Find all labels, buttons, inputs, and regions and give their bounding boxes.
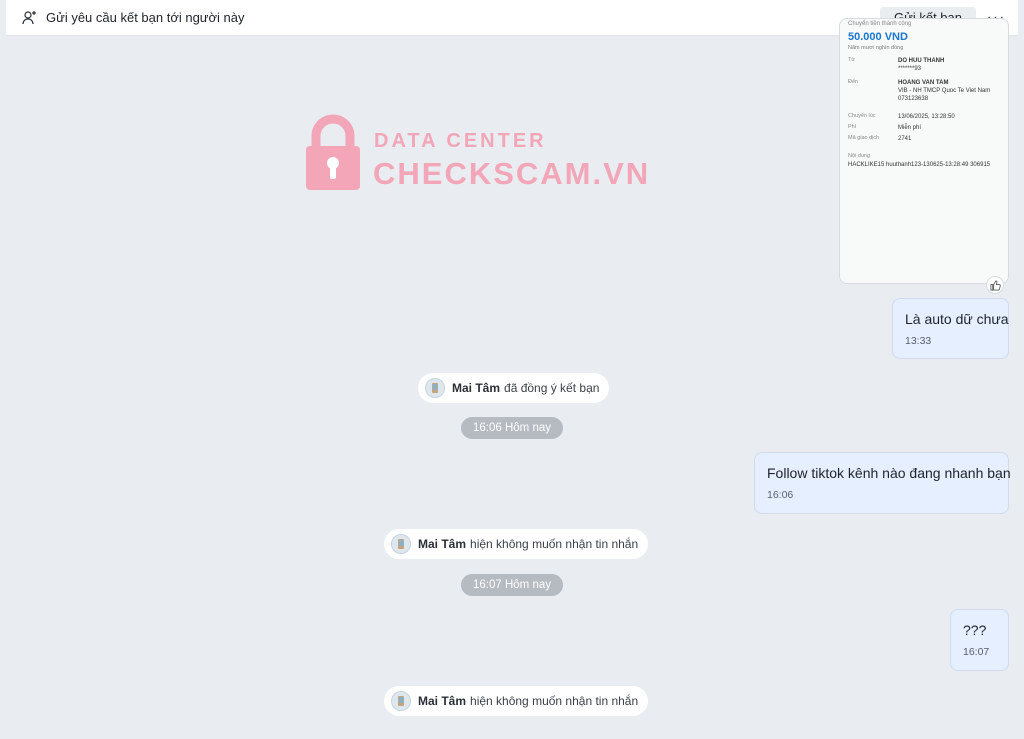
receipt-note-label: Nội dung — [848, 153, 871, 159]
outgoing-message[interactable]: ??? 16:07 — [950, 609, 1009, 671]
receipt-row: Phí Miễn phí — [848, 124, 922, 131]
message-text: Follow tiktok kênh nào đang nhanh bạn — [767, 465, 1011, 481]
add-user-icon — [22, 10, 38, 26]
watermark: DATA CENTER CHECKSCAM.VN — [304, 112, 648, 196]
avatar[interactable] — [391, 534, 411, 554]
transfer-receipt-image[interactable]: Chuyển tiền thành công 50.000 VND Năm mư… — [839, 18, 1009, 284]
time-separator: 16:07 Hôm nay — [461, 574, 563, 596]
receipt-amount-words: Năm mươi nghìn đồng — [848, 45, 904, 51]
watermark-line1: DATA CENTER — [374, 130, 547, 152]
contact-name[interactable]: Mai Tâm — [452, 381, 500, 395]
outgoing-message[interactable]: Follow tiktok kênh nào đang nhanh bạn 16… — [754, 452, 1011, 514]
friend-request-label: Gửi yêu cầu kết bạn tới người này — [46, 10, 245, 25]
message-time: 13:33 — [905, 335, 932, 347]
notice-text: hiện không muốn nhận tin nhắn — [470, 694, 639, 708]
avatar[interactable] — [425, 378, 445, 398]
message-time: 16:07 — [963, 646, 990, 658]
avatar[interactable] — [391, 691, 411, 711]
contact-name[interactable]: Mai Tâm — [418, 537, 466, 551]
receipt-status: Chuyển tiền thành công — [848, 21, 912, 27]
receipt-row: Đến HOANG VAN TAM VIB - NH TMCP Quoc Te V… — [848, 79, 991, 102]
contact-name[interactable]: Mai Tâm — [418, 694, 466, 708]
system-notice: Mai Tâm hiện không muốn nhận tin nhắn — [384, 529, 649, 559]
notice-text: đã đồng ý kết bạn — [504, 381, 600, 395]
like-icon[interactable] — [986, 276, 1004, 294]
receipt-amount: 50.000 VND — [848, 31, 908, 43]
notice-text: hiện không muốn nhận tin nhắn — [470, 537, 639, 551]
outgoing-message[interactable]: Là auto dữ chưa 13:33 — [892, 298, 1009, 359]
watermark-line2: CHECKSCAM.VN — [373, 156, 651, 191]
receipt-row: Từ DO HUU THANH *******93 — [848, 57, 945, 72]
time-separator: 16:06 Hôm nay — [461, 417, 563, 439]
system-notice: Mai Tâm hiện không muốn nhận tin nhắn — [384, 686, 649, 716]
system-notice: Mai Tâm đã đồng ý kết bạn — [418, 373, 610, 403]
message-time: 16:06 — [767, 489, 794, 501]
message-text: ??? — [963, 622, 987, 638]
lock-icon — [306, 114, 360, 190]
receipt-row: Mã giao dịch 2741 — [848, 135, 912, 142]
receipt-row: Chuyển lúc 13/06/2025, 13:28:50 — [848, 113, 955, 120]
message-text: Là auto dữ chưa — [905, 311, 1009, 327]
receipt-note: HACKLIKE15 huuthanh123-130625-13:28:49 3… — [848, 162, 991, 168]
